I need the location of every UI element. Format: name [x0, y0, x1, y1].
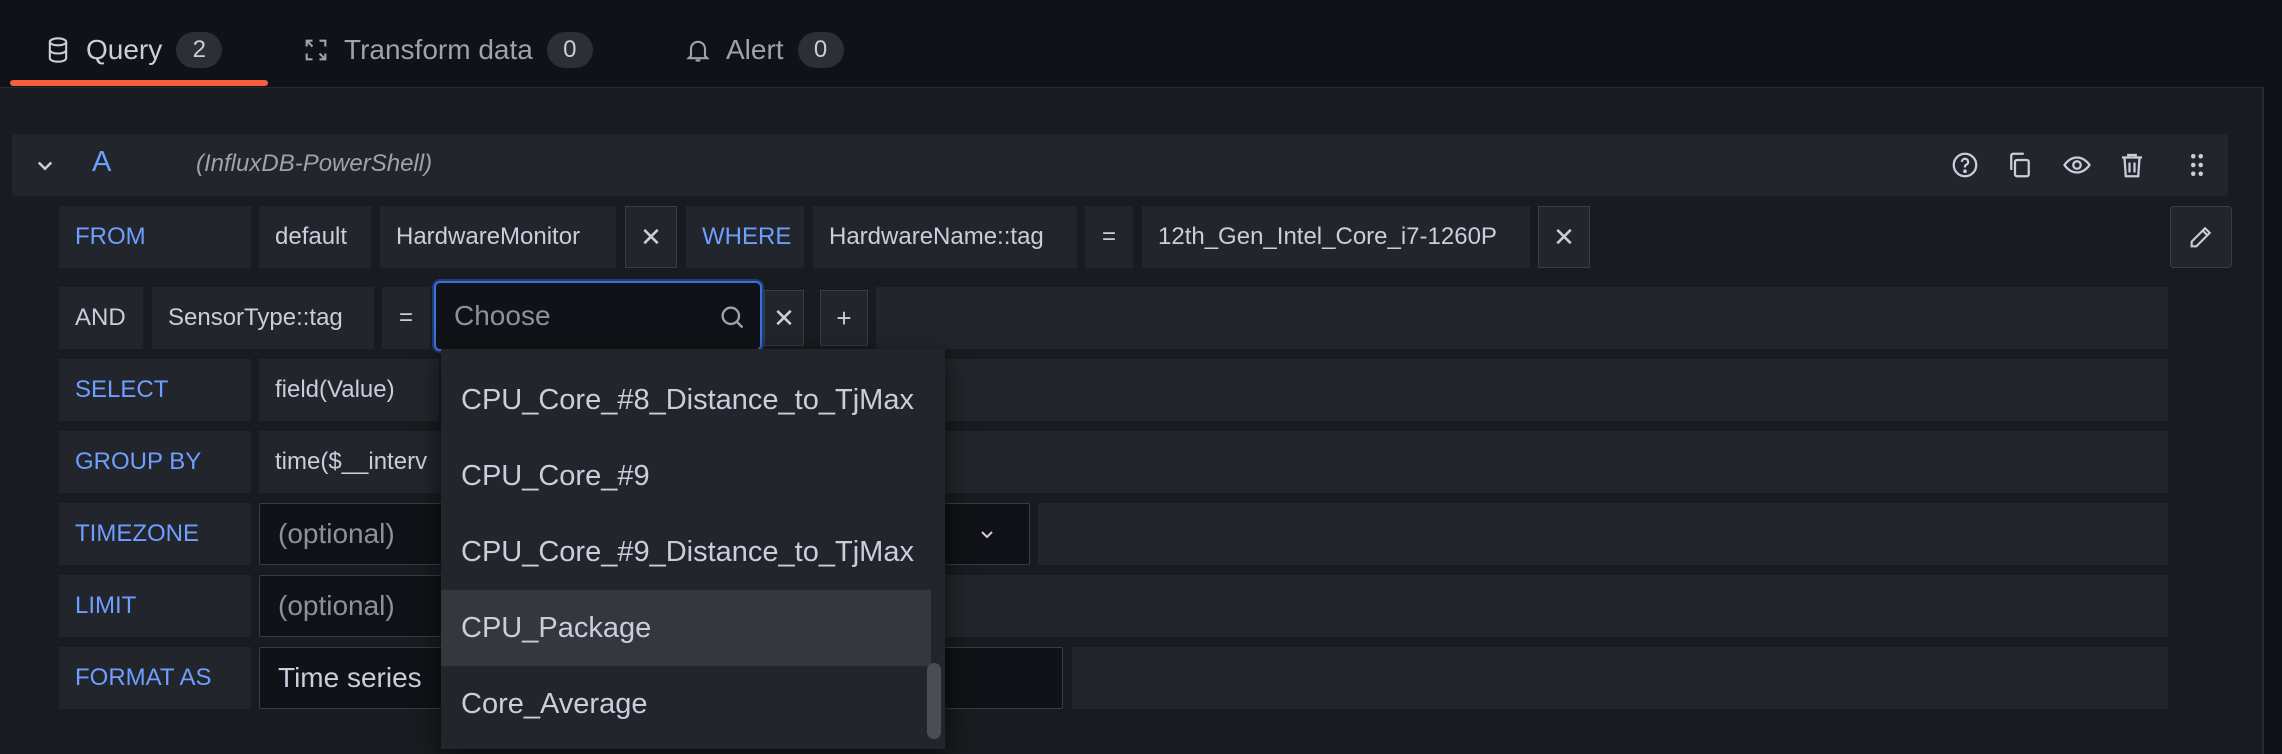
format-as-select-extension[interactable]: [945, 647, 1063, 709]
tab-transform-data[interactable]: Transform data 0: [302, 22, 593, 78]
select-keyword: SELECT: [59, 359, 251, 421]
and-operator[interactable]: =: [382, 287, 430, 349]
dropdown-option[interactable]: CPU_Core_#9_Distance_to_TjMax: [441, 514, 931, 590]
group-by-row-filler: [945, 431, 2168, 493]
tab-alert-count: 0: [797, 32, 844, 68]
timezone-dropdown-toggle[interactable]: [945, 503, 1030, 565]
tab-alert[interactable]: Alert 0: [684, 22, 844, 78]
and-keyword: AND: [59, 287, 143, 349]
timezone-row-filler: [1038, 503, 2168, 565]
dropdown-scrollbar[interactable]: [927, 663, 941, 739]
help-icon[interactable]: [1948, 148, 1982, 182]
query-datasource: (InfluxDB-PowerShell): [196, 150, 433, 177]
limit-row-filler: [945, 575, 2168, 637]
group-by-keyword: GROUP BY: [59, 431, 251, 493]
timezone-input[interactable]: (optional): [259, 503, 449, 565]
tab-transform-label: Transform data: [344, 34, 533, 65]
where-keyword: WHERE: [686, 206, 804, 268]
tag-value-dropdown[interactable]: CPU_Core_#8_Distance_to_TjMax CPU_Core_#…: [441, 349, 945, 749]
format-as-select[interactable]: Time series: [259, 647, 449, 709]
where-tag-key[interactable]: HardwareName::tag: [813, 206, 1077, 268]
tab-query[interactable]: Query 2: [44, 22, 223, 78]
remove-where-button[interactable]: ✕: [1538, 206, 1590, 268]
active-tab-indicator: [10, 80, 268, 86]
dropdown-option[interactable]: Core_Average: [441, 666, 931, 742]
tag-value-search-input[interactable]: Choose: [434, 281, 762, 351]
remove-measurement-button[interactable]: ✕: [625, 206, 677, 268]
format-row-filler: [1072, 647, 2168, 709]
format-as-keyword: FORMAT AS: [59, 647, 251, 709]
copy-icon[interactable]: [2003, 148, 2037, 182]
choose-placeholder: Choose: [454, 300, 551, 331]
where-tag-value[interactable]: 12th_Gen_Intel_Core_i7-1260P: [1142, 206, 1530, 268]
drag-handle-icon[interactable]: [2180, 148, 2214, 182]
chevron-down-icon: [981, 531, 993, 539]
eye-icon[interactable]: [2060, 148, 2094, 182]
from-keyword: FROM: [59, 206, 251, 268]
pencil-icon: [2190, 226, 2212, 248]
select-field[interactable]: field(Value): [259, 359, 439, 421]
bell-icon: [686, 40, 710, 62]
group-by-time[interactable]: time($__interv: [259, 431, 449, 493]
database-icon: [48, 37, 68, 63]
dropdown-option[interactable]: CPU_Core_#8_Distance_to_TjMax: [441, 362, 931, 438]
measurement-select[interactable]: HardwareMonitor: [380, 206, 616, 268]
transform-icon: [305, 39, 327, 61]
remove-and-button[interactable]: ✕: [764, 290, 804, 346]
add-tag-button[interactable]: +: [820, 290, 868, 346]
select-row-filler: [945, 359, 2168, 421]
dropdown-option[interactable]: CPU_Core_#9: [441, 438, 931, 514]
tab-query-count: 2: [176, 32, 223, 68]
retention-policy[interactable]: default: [259, 206, 371, 268]
timezone-keyword: TIMEZONE: [59, 503, 251, 565]
where-operator[interactable]: =: [1085, 206, 1133, 268]
tab-alert-label: Alert: [726, 34, 784, 65]
tab-query-label: Query: [86, 34, 163, 65]
tab-divider: [0, 87, 2264, 88]
and-row-filler: [876, 287, 2168, 349]
limit-input[interactable]: (optional): [259, 575, 449, 637]
query-ref-id[interactable]: A: [92, 146, 111, 179]
tab-transform-count: 0: [546, 32, 593, 68]
dropdown-option-highlighted[interactable]: CPU_Package: [441, 590, 931, 666]
edit-raw-query-button[interactable]: [2170, 206, 2232, 268]
search-icon: [721, 306, 744, 329]
limit-keyword: LIMIT: [59, 575, 251, 637]
trash-icon[interactable]: [2115, 148, 2149, 182]
chevron-down-icon[interactable]: [30, 150, 60, 180]
and-tag-key[interactable]: SensorType::tag: [152, 287, 374, 349]
